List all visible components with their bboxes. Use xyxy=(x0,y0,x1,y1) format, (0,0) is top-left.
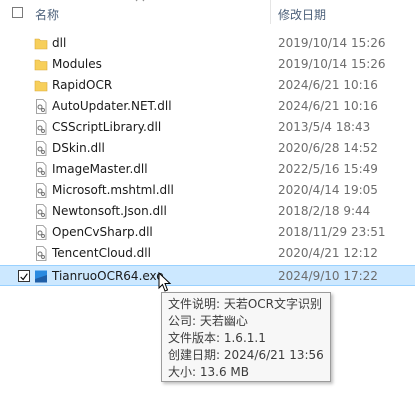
file-modified-date: 2018/11/29 23:51 xyxy=(278,225,386,239)
file-name: TianruoOCR64.exe xyxy=(52,269,164,283)
dll-file-icon xyxy=(34,246,48,261)
file-row[interactable]: ImageMaster.dll 2022/5/16 15:49 xyxy=(0,159,415,180)
file-row[interactable]: TencentCloud.dll 2020/4/21 12:12 xyxy=(0,243,415,264)
dll-file-icon xyxy=(34,225,48,240)
select-all-checkbox[interactable] xyxy=(12,7,23,18)
folder-icon xyxy=(34,36,48,51)
dll-file-icon xyxy=(34,183,48,198)
folder-icon xyxy=(34,57,48,72)
file-name: DSkin.dll xyxy=(52,141,105,155)
file-modified-date: 2019/10/14 15:26 xyxy=(278,57,386,71)
tooltip-size: 大小: 13.6 MB xyxy=(168,365,249,379)
file-row[interactable]: Microsoft.mshtml.dll 2020/4/14 19:05 xyxy=(0,180,415,201)
column-header: 名称 修改日期 xyxy=(0,0,415,28)
file-modified-date: 2024/6/21 10:16 xyxy=(278,78,378,92)
file-name: dll xyxy=(52,36,67,50)
file-name: Microsoft.mshtml.dll xyxy=(52,183,174,197)
file-name: TencentCloud.dll xyxy=(52,246,151,260)
file-modified-date: 2020/4/21 12:12 xyxy=(278,246,378,260)
exe-file-icon xyxy=(34,269,48,284)
tooltip-description: 文件说明: 天若OCR文字识别 xyxy=(168,297,323,311)
file-row[interactable]: TianruoOCR64.exe 2024/9/10 17:22 xyxy=(0,265,415,286)
file-modified-date: 2013/5/4 18:43 xyxy=(278,120,371,134)
name-column-header[interactable]: 名称 xyxy=(35,6,59,23)
file-row[interactable]: DSkin.dll 2020/6/28 14:52 xyxy=(0,138,415,159)
file-row[interactable]: CSScriptLibrary.dll 2013/5/4 18:43 xyxy=(0,117,415,138)
file-modified-date: 2024/9/10 17:22 xyxy=(278,269,378,283)
file-info-tooltip: 文件说明: 天若OCR文字识别 公司: 天若幽心 文件版本: 1.6.1.1 创… xyxy=(161,292,331,382)
file-name: Modules xyxy=(52,57,102,71)
file-modified-date: 2020/6/28 14:52 xyxy=(278,141,378,155)
mouse-cursor-icon xyxy=(158,272,172,292)
folder-icon xyxy=(34,78,48,93)
file-modified-date: 2020/4/14 19:05 xyxy=(278,183,378,197)
tooltip-version: 文件版本: 1.6.1.1 xyxy=(168,331,266,345)
column-divider[interactable] xyxy=(270,0,271,24)
date-column-header[interactable]: 修改日期 xyxy=(278,6,326,23)
file-modified-date: 2019/10/14 15:26 xyxy=(278,36,386,50)
file-row[interactable]: dll 2019/10/14 15:26 xyxy=(0,33,415,54)
file-name: Newtonsoft.Json.dll xyxy=(52,204,167,218)
dll-file-icon xyxy=(34,120,48,135)
chevron-up-icon xyxy=(135,0,145,2)
tooltip-created: 创建日期: 2024/6/21 13:56 xyxy=(168,348,324,362)
file-name: ImageMaster.dll xyxy=(52,162,148,176)
file-row[interactable]: OpenCvSharp.dll 2018/11/29 23:51 xyxy=(0,222,415,243)
file-row[interactable]: Modules 2019/10/14 15:26 xyxy=(0,54,415,75)
dll-file-icon xyxy=(34,141,48,156)
file-modified-date: 2024/6/21 10:16 xyxy=(278,99,378,113)
file-row[interactable]: Newtonsoft.Json.dll 2018/2/18 9:44 xyxy=(0,201,415,222)
tooltip-company: 公司: 天若幽心 xyxy=(168,314,248,328)
file-row[interactable]: RapidOCR 2024/6/21 10:16 xyxy=(0,75,415,96)
dll-file-icon xyxy=(34,162,48,177)
file-name: RapidOCR xyxy=(52,78,113,92)
file-name: CSScriptLibrary.dll xyxy=(52,120,162,134)
file-modified-date: 2018/2/18 9:44 xyxy=(278,204,371,218)
file-modified-date: 2022/5/16 15:49 xyxy=(278,162,378,176)
file-name: AutoUpdater.NET.dll xyxy=(52,99,172,113)
row-checkbox[interactable] xyxy=(18,270,30,282)
file-row[interactable]: AutoUpdater.NET.dll 2024/6/21 10:16 xyxy=(0,96,415,117)
file-name: OpenCvSharp.dll xyxy=(52,225,153,239)
dll-file-icon xyxy=(34,99,48,114)
checkmark-icon xyxy=(20,273,28,281)
dll-file-icon xyxy=(34,204,48,219)
